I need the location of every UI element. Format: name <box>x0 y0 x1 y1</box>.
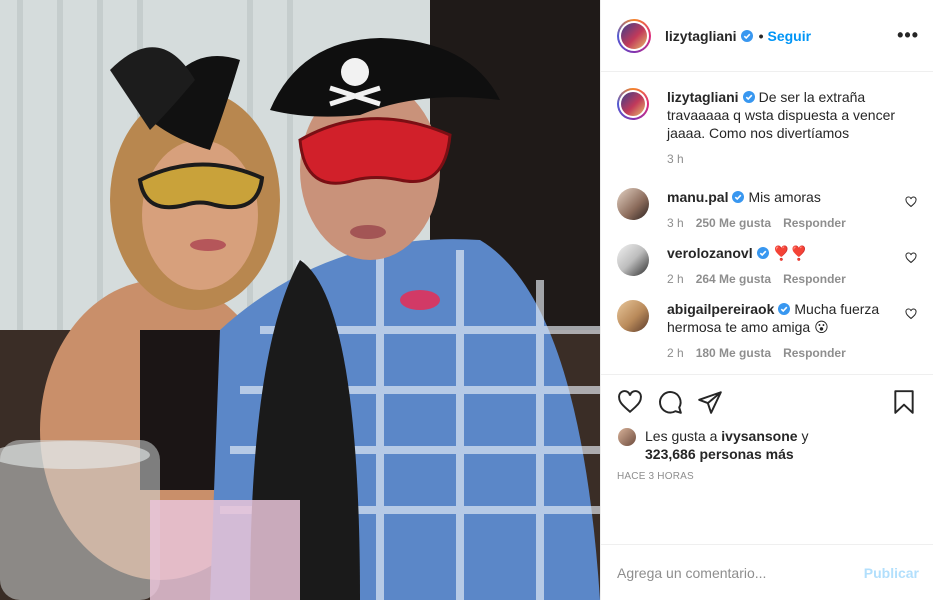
comment-time[interactable]: 2 h <box>667 272 684 286</box>
verified-badge-icon <box>778 303 791 315</box>
caption: lizytagliani De ser la extraña travaaaaa … <box>617 88 917 166</box>
follow-separator: • <box>758 27 764 44</box>
commenter-avatar[interactable] <box>617 300 649 332</box>
likes-conjunction: y <box>801 428 809 444</box>
comment-username[interactable]: abigailpereiraok <box>667 301 774 317</box>
likes-prefix: Les gusta a <box>645 428 718 444</box>
likes-count[interactable]: 323,686 personas más <box>645 446 794 462</box>
comment-heart-icon[interactable] <box>905 196 917 208</box>
caption-username[interactable]: lizytagliani <box>667 89 739 105</box>
comment-text: Mis amoras <box>748 189 821 205</box>
verified-badge-icon <box>732 191 745 203</box>
comment-composer: Publicar <box>601 544 933 600</box>
post-photo[interactable] <box>0 0 600 600</box>
author-avatar[interactable] <box>617 18 651 53</box>
publish-button[interactable]: Publicar <box>864 565 919 581</box>
reply-button[interactable]: Responder <box>783 272 846 286</box>
likes-summary: Les gusta a ivysansone y 323,686 persona… <box>617 427 917 463</box>
reply-button[interactable]: Responder <box>783 346 846 360</box>
post: lizytagliani • Seguir ••• lizytaglianiD <box>0 0 933 600</box>
comment-input[interactable] <box>617 564 864 581</box>
caption-avatar[interactable] <box>617 88 649 120</box>
more-options-icon[interactable]: ••• <box>897 25 919 46</box>
comment-item: manu.pal Mis amoras 3 h 250 Me gusta Resp… <box>617 188 917 230</box>
bookmark-icon[interactable] <box>891 389 917 415</box>
comments-list: lizytagliani De ser la extraña travaaaaa … <box>601 72 933 374</box>
heart-icon[interactable] <box>617 389 643 415</box>
post-actions: Les gusta a ivysansone y 323,686 persona… <box>601 374 933 544</box>
comment-likes[interactable]: 180 Me gusta <box>696 346 771 360</box>
comment-likes[interactable]: 250 Me gusta <box>696 216 771 230</box>
post-header: lizytagliani • Seguir ••• <box>601 0 933 72</box>
reply-button[interactable]: Responder <box>783 216 846 230</box>
photo-illustration <box>0 0 600 600</box>
post-sidebar: lizytagliani • Seguir ••• lizytaglianiD <box>600 0 933 600</box>
comment-username[interactable]: manu.pal <box>667 189 728 205</box>
liker-avatar[interactable] <box>617 427 637 447</box>
post-timestamp[interactable]: Hace 3 horas <box>617 471 917 482</box>
caption-time[interactable]: 3 h <box>667 152 684 166</box>
comment-item: verolozanovl ❣️❣️ 2 h 264 Me gusta Respon… <box>617 244 917 286</box>
action-icons <box>617 385 917 419</box>
author-username[interactable]: lizytagliani <box>665 28 737 44</box>
commenter-avatar[interactable] <box>617 244 649 276</box>
comment-time[interactable]: 2 h <box>667 346 684 360</box>
comment-icon[interactable] <box>657 389 683 415</box>
verified-badge-icon <box>740 29 753 42</box>
comment-time[interactable]: 3 h <box>667 216 684 230</box>
verified-badge-icon <box>742 91 755 103</box>
share-icon[interactable] <box>697 389 723 415</box>
comment-item: abigailpereiraok Mucha fuerza hermosa te … <box>617 300 917 360</box>
comment-heart-icon[interactable] <box>905 308 917 320</box>
comment-heart-icon[interactable] <box>905 252 917 264</box>
comment-text: ❣️❣️ <box>772 245 808 261</box>
comment-username[interactable]: verolozanovl <box>667 245 753 261</box>
verified-badge-icon <box>756 247 769 259</box>
comment-likes[interactable]: 264 Me gusta <box>696 272 771 286</box>
liker-username[interactable]: ivysansone <box>721 428 797 444</box>
commenter-avatar[interactable] <box>617 188 649 220</box>
follow-button[interactable]: Seguir <box>767 28 811 44</box>
